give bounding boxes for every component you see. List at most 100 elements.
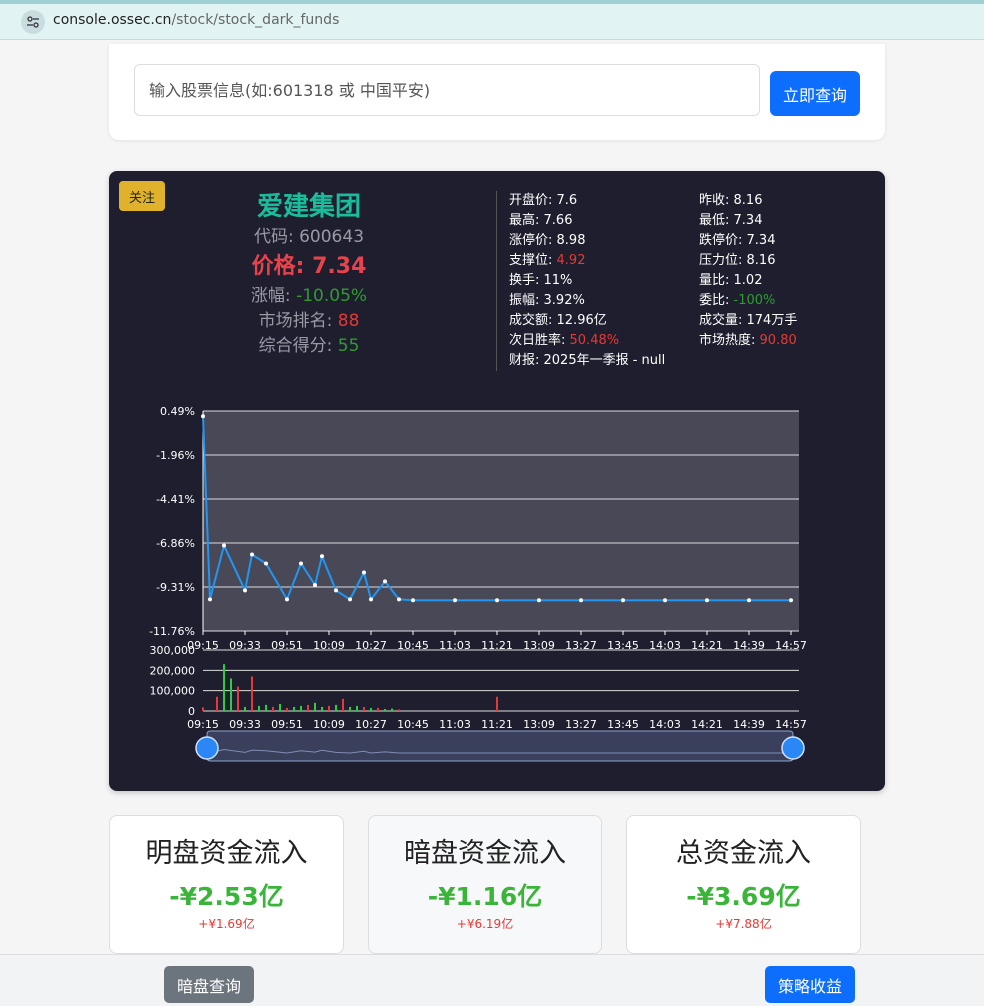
stock-card: 关注 爱建集团 代码: 600643 价格: 7.34 涨幅: -10.05% … xyxy=(109,171,885,791)
price-point xyxy=(250,552,254,557)
price-point xyxy=(320,554,324,559)
price-point xyxy=(264,561,268,566)
volume-x-tick-label: 14:21 xyxy=(691,718,723,731)
volume-bar xyxy=(293,706,295,711)
volume-bar xyxy=(237,686,239,711)
intraday-charts: 0.49% -1.96% -4.41% -6.86% -9.31% -11.76% 09:1… xyxy=(149,405,807,762)
dark-query-button[interactable]: 暗盘查询 xyxy=(164,966,254,1003)
price-point xyxy=(383,579,387,584)
browser-address-bar[interactable]: console.ossec.cn/stock/stock_dark_funds xyxy=(0,0,984,40)
strategy-button[interactable]: 策略收益 xyxy=(765,966,855,1003)
volume-x-tick-label: 13:09 xyxy=(523,718,555,731)
price-point xyxy=(201,414,205,419)
visible-fund-value: -¥2.53亿 xyxy=(169,882,284,911)
price-point xyxy=(348,597,352,602)
search-button[interactable]: 立即查询 xyxy=(770,71,860,116)
volume-bar xyxy=(335,704,337,711)
volume-x-tick-label: 14:39 xyxy=(733,718,765,731)
volume-x-tick-label: 09:51 xyxy=(271,718,303,731)
site-settings-icon[interactable] xyxy=(21,10,45,34)
volume-y-tick-label: 0 xyxy=(188,705,195,718)
price-point xyxy=(747,598,751,603)
volume-bar xyxy=(391,708,393,711)
volume-bar xyxy=(370,707,372,711)
volume-x-tick-label: 10:27 xyxy=(355,718,387,731)
volume-x-tick-label: 10:45 xyxy=(397,718,429,731)
stock-search-input[interactable] xyxy=(134,64,760,116)
volume-bar xyxy=(272,706,274,711)
volume-bar xyxy=(321,706,323,711)
total-fund-sub: +¥7.88亿 xyxy=(715,917,772,931)
dark-fund-card: 暗盘资金流入 -¥1.16亿 +¥6.19亿 xyxy=(368,815,602,954)
volume-bar xyxy=(377,707,379,711)
price-point xyxy=(397,597,401,602)
total-fund-card: 总资金流入 -¥3.69亿 +¥7.88亿 xyxy=(626,815,861,954)
price-y-tick-label: -11.76% xyxy=(149,625,195,638)
volume-bar xyxy=(230,678,232,711)
zoom-end-handle[interactable] xyxy=(781,736,805,760)
price-point xyxy=(362,570,366,575)
volume-x-tick-label: 11:21 xyxy=(481,718,513,731)
url-host: console.ossec.cn xyxy=(53,12,172,28)
price-point xyxy=(208,597,212,602)
dark-fund-value: -¥1.16亿 xyxy=(427,882,543,911)
dark-fund-sub: +¥6.19亿 xyxy=(456,917,514,931)
price-point xyxy=(299,561,303,566)
visible-fund-title: 明盘资金流入 xyxy=(145,838,308,869)
volume-x-tick-label: 13:27 xyxy=(565,718,597,731)
dark-fund-title: 暗盘资金流入 xyxy=(404,838,566,869)
volume-y-tick-label: 100,000 xyxy=(150,685,196,698)
price-y-tick-label: -1.96% xyxy=(156,449,195,462)
price-point xyxy=(579,598,583,603)
total-fund-title: 总资金流入 xyxy=(676,838,811,869)
volume-bar xyxy=(363,706,365,711)
volume-x-tick-label: 10:09 xyxy=(313,718,345,731)
price-point xyxy=(411,598,415,603)
volume-y-tick-label: 300,000 xyxy=(150,644,196,657)
volume-bar xyxy=(314,702,316,711)
volume-bar xyxy=(342,698,344,711)
price-y-tick-label: -9.31% xyxy=(156,581,195,594)
volume-y-tick-label: 200,000 xyxy=(150,664,196,677)
volume-bar xyxy=(384,708,386,711)
volume-bar xyxy=(279,703,281,711)
volume-bar xyxy=(496,696,498,711)
volume-bar xyxy=(286,707,288,711)
price-point xyxy=(537,598,541,603)
volume-bar xyxy=(349,706,351,711)
volume-x-tick-label: 09:15 xyxy=(187,718,219,731)
volume-x-tick-label: 11:03 xyxy=(439,718,471,731)
volume-x-tick-label: 14:03 xyxy=(649,718,681,731)
volume-bar xyxy=(307,704,309,711)
volume-bar xyxy=(202,707,204,711)
price-point xyxy=(243,588,247,593)
zoom-start-handle[interactable] xyxy=(195,736,219,760)
price-point xyxy=(285,597,289,602)
volume-bar xyxy=(223,664,225,711)
price-point xyxy=(313,583,317,588)
volume-bar xyxy=(300,705,302,711)
volume-bar xyxy=(251,676,253,711)
volume-bar xyxy=(356,705,358,711)
total-fund-value: -¥3.69亿 xyxy=(686,882,801,911)
price-point xyxy=(663,598,667,603)
volume-x-tick-label: 09:33 xyxy=(229,718,261,731)
price-point xyxy=(621,598,625,603)
url-text: console.ossec.cn/stock/stock_dark_funds xyxy=(53,12,339,28)
price-y-tick-label: 0.49% xyxy=(160,405,195,418)
bottom-bar: 暗盘查询 策略收益 xyxy=(0,954,984,1006)
url-path: /stock/stock_dark_funds xyxy=(171,12,340,28)
visible-fund-card: 明盘资金流入 -¥2.53亿 +¥1.69亿 xyxy=(109,815,344,954)
volume-bar xyxy=(216,696,218,711)
volume-bar xyxy=(398,709,400,711)
volume-x-tick-label: 13:45 xyxy=(607,718,639,731)
volume-bar xyxy=(258,705,260,711)
price-point xyxy=(334,588,338,593)
volume-bar xyxy=(328,705,330,711)
price-point xyxy=(789,598,793,603)
search-card: 立即查询 xyxy=(109,44,885,140)
volume-bar xyxy=(265,704,267,711)
price-point xyxy=(705,598,709,603)
price-point xyxy=(453,598,457,603)
visible-fund-sub: +¥1.69亿 xyxy=(198,917,255,931)
